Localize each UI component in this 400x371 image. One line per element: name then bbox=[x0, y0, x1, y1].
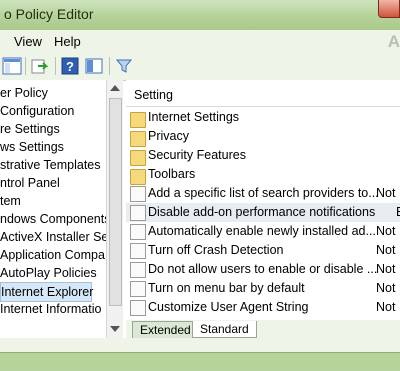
list-item[interactable]: Toolbars bbox=[126, 165, 400, 185]
console-tree-icon[interactable] bbox=[2, 56, 22, 76]
item-state: Not bbox=[376, 224, 396, 238]
list-item[interactable]: Privacy bbox=[126, 127, 400, 147]
item-label: Customize User Agent String bbox=[148, 300, 309, 314]
item-label: Internet Settings bbox=[148, 110, 240, 124]
item-state: Not bbox=[376, 262, 396, 276]
tree-item[interactable]: AutoPlay Policies bbox=[0, 264, 97, 282]
list-item[interactable]: Turn off Crash Detection Not bbox=[126, 241, 400, 260]
policy-setting-icon bbox=[130, 281, 146, 297]
list-item[interactable]: Automatically enable newly installed ad.… bbox=[126, 222, 400, 241]
svg-text:?: ? bbox=[66, 59, 74, 74]
item-state: E bbox=[396, 205, 400, 219]
item-label: Automatically enable newly installed ad.… bbox=[148, 224, 376, 238]
list-item[interactable]: Add a specific list of search providers … bbox=[126, 184, 400, 203]
item-label: Disable add-on performance notifications bbox=[148, 205, 376, 219]
toolbar: ? bbox=[0, 52, 400, 81]
column-header-setting[interactable]: Setting bbox=[126, 84, 400, 107]
item-label: Turn on menu bar by default bbox=[148, 281, 305, 295]
policy-setting-icon bbox=[130, 186, 146, 202]
filter-icon[interactable] bbox=[114, 56, 134, 76]
toolbar-separator bbox=[55, 57, 56, 75]
item-state: Not bbox=[376, 186, 396, 200]
tree-item[interactable]: re Settings bbox=[0, 120, 60, 138]
menu-help[interactable]: Help bbox=[54, 34, 81, 49]
folder-icon bbox=[130, 112, 146, 128]
help-icon[interactable]: ? bbox=[60, 56, 80, 76]
scroll-thumb[interactable] bbox=[109, 98, 122, 306]
policy-setting-icon bbox=[130, 262, 146, 278]
window-bottom-frame bbox=[0, 352, 400, 371]
item-label: Toolbars bbox=[148, 167, 196, 181]
title-bar: o Policy Editor bbox=[0, 0, 400, 31]
policy-setting-icon bbox=[130, 224, 146, 240]
brand-ghost-text: A bbox=[387, 32, 400, 51]
item-state: Not bbox=[376, 243, 396, 257]
item-label: Security Features bbox=[148, 148, 246, 162]
tree-item[interactable]: strative Templates bbox=[0, 156, 101, 174]
toolbar-separator bbox=[25, 57, 26, 75]
list-item[interactable]: Turn on menu bar by default Not bbox=[126, 279, 400, 298]
export-icon[interactable] bbox=[30, 56, 50, 76]
column-header-label: Setting bbox=[134, 88, 173, 102]
console-tree[interactable]: er Policy Configuration re Settings ws S… bbox=[0, 80, 123, 338]
list-item-selected[interactable]: Disable add-on performance notifications… bbox=[126, 203, 400, 222]
list-item[interactable]: Internet Settings bbox=[126, 108, 400, 128]
window-title: o Policy Editor bbox=[4, 6, 94, 22]
settings-list[interactable]: Setting Internet Settings Privacy Securi… bbox=[126, 80, 400, 320]
item-state: Not bbox=[376, 281, 396, 295]
tree-scrollbar[interactable] bbox=[106, 80, 123, 338]
tree-item-selected[interactable]: Internet Explorer bbox=[0, 282, 93, 302]
status-bar bbox=[0, 338, 400, 353]
folder-icon bbox=[130, 150, 146, 166]
view-tabs: Extended Standard bbox=[126, 320, 400, 339]
item-label: Turn off Crash Detection bbox=[148, 243, 284, 257]
tree-item[interactable]: er Policy bbox=[0, 84, 48, 102]
list-item[interactable]: Customize User Agent String Not bbox=[126, 298, 400, 317]
tree-item[interactable]: ntrol Panel bbox=[0, 174, 60, 192]
tree-item[interactable]: tem bbox=[0, 192, 21, 210]
tab-standard[interactable]: Standard bbox=[192, 321, 257, 338]
show-pane-icon[interactable] bbox=[84, 56, 104, 76]
tree-item[interactable]: Application Compa bbox=[0, 246, 105, 264]
toolbar-separator bbox=[109, 57, 110, 75]
list-item[interactable]: Do not allow users to enable or disable … bbox=[126, 260, 400, 279]
item-label: Add a specific list of search providers … bbox=[148, 186, 379, 200]
tab-extended[interactable]: Extended bbox=[132, 321, 199, 339]
folder-icon bbox=[130, 131, 146, 147]
policy-setting-icon bbox=[130, 300, 146, 316]
tree-item[interactable]: ws Settings bbox=[0, 138, 64, 156]
policy-setting-icon bbox=[130, 205, 146, 221]
close-button[interactable] bbox=[378, 0, 400, 18]
tree-item[interactable]: Configuration bbox=[0, 102, 74, 120]
tree-item[interactable]: Internet Informatio bbox=[0, 300, 101, 318]
item-label: Do not allow users to enable or disable … bbox=[148, 262, 378, 276]
menu-bar: View Help A bbox=[0, 30, 400, 52]
menu-view[interactable]: View bbox=[14, 34, 42, 49]
item-label: Privacy bbox=[148, 129, 189, 143]
scroll-down-icon[interactable] bbox=[110, 326, 120, 332]
scroll-up-icon[interactable] bbox=[110, 85, 120, 91]
item-state: Not bbox=[376, 300, 396, 314]
policy-setting-icon bbox=[130, 243, 146, 259]
folder-icon bbox=[130, 169, 146, 185]
tree-item[interactable]: ndows Components bbox=[0, 210, 110, 228]
tree-item[interactable]: ActiveX Installer Ser bbox=[0, 228, 113, 246]
list-item[interactable]: Security Features bbox=[126, 146, 400, 166]
